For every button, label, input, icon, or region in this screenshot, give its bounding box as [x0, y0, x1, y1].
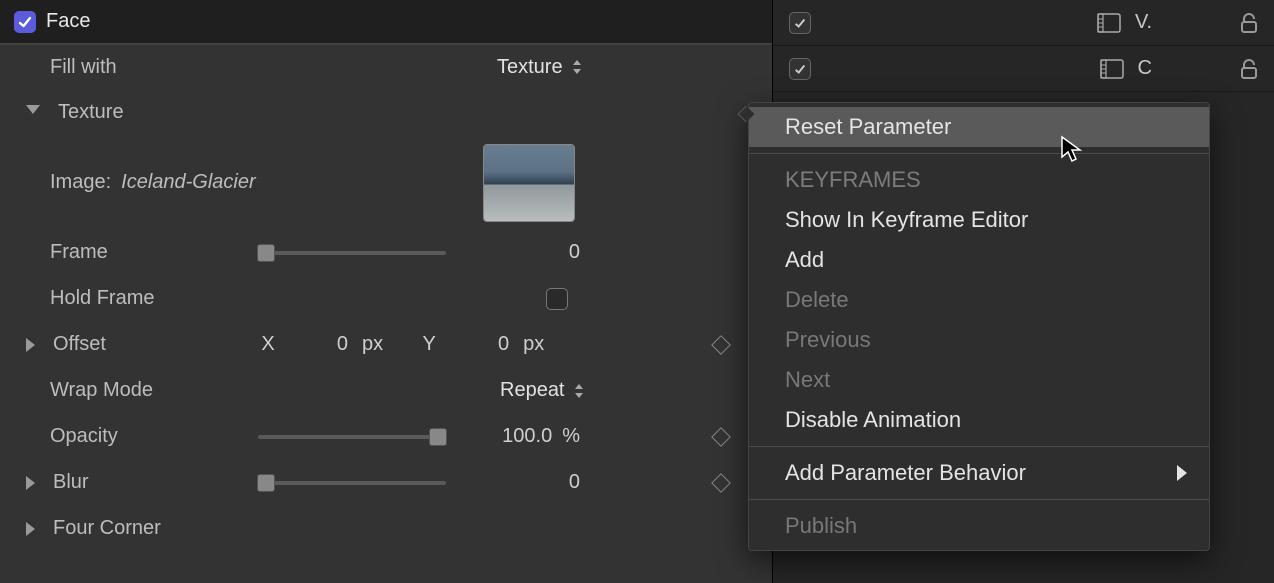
offset-y-label: Y	[419, 333, 439, 356]
menu-add-behavior-label: Add Parameter Behavior	[785, 460, 1026, 485]
offset-y-value[interactable]: 0	[449, 333, 509, 356]
keyframe-icon[interactable]	[711, 335, 731, 355]
menu-keyframes-header: KEYFRAMES	[749, 160, 1209, 200]
context-menu: Reset Parameter KEYFRAMES Show In Keyfra…	[748, 102, 1210, 551]
wrap-mode-dropdown[interactable]: Repeat	[500, 379, 585, 402]
frame-slider[interactable]	[258, 251, 446, 255]
frame-label: Frame	[50, 241, 245, 264]
wrap-mode-label: Wrap Mode	[50, 379, 245, 402]
offset-x-unit: px	[362, 333, 383, 356]
frame-row: Frame 0	[0, 230, 772, 276]
menu-separator	[749, 153, 1209, 154]
menu-show-in-keyframe-editor[interactable]: Show In Keyframe Editor	[749, 200, 1209, 240]
layer-row[interactable]: C	[773, 46, 1274, 92]
fill-with-value: Texture	[497, 56, 563, 79]
layer-checkbox[interactable]	[789, 58, 811, 80]
keyframe-icon[interactable]	[711, 427, 731, 447]
triangle-right-icon[interactable]	[26, 338, 35, 352]
layer-checkbox[interactable]	[789, 12, 811, 34]
layer-row[interactable]: V.	[773, 0, 1274, 46]
layer-abbrev: V.	[1135, 11, 1152, 34]
menu-add-keyframe[interactable]: Add	[749, 240, 1209, 280]
texture-thumbnail[interactable]	[483, 144, 575, 222]
opacity-slider[interactable]	[258, 435, 446, 439]
offset-x-label: X	[258, 333, 278, 356]
offset-x-value[interactable]: 0	[288, 333, 348, 356]
offset-y-unit: px	[523, 333, 544, 356]
triangle-right-icon[interactable]	[26, 522, 35, 536]
face-label: Face	[46, 10, 90, 33]
menu-delete-keyframe: Delete	[749, 280, 1209, 320]
layer-abbrev: C	[1138, 57, 1152, 80]
lock-icon[interactable]	[1240, 13, 1258, 33]
menu-add-parameter-behavior[interactable]: Add Parameter Behavior	[749, 453, 1209, 493]
texture-image-row: Image: Iceland-Glacier	[0, 136, 772, 230]
wrap-mode-value: Repeat	[500, 379, 565, 402]
film-icon	[1097, 13, 1121, 33]
lock-icon[interactable]	[1240, 59, 1258, 79]
hold-frame-row: Hold Frame	[0, 276, 772, 322]
offset-row: Offset X 0 px Y 0 px	[0, 322, 772, 368]
image-name: Iceland-Glacier	[121, 171, 256, 194]
keyframe-icon[interactable]	[711, 473, 731, 493]
opacity-value[interactable]: 100.0	[482, 425, 552, 448]
menu-previous-keyframe: Previous	[749, 320, 1209, 360]
four-corner-label: Four Corner	[53, 517, 221, 540]
menu-separator	[749, 499, 1209, 500]
blur-label: Blur	[53, 471, 221, 494]
fill-with-row: Fill with Texture	[0, 44, 772, 90]
submenu-arrow-icon	[1177, 465, 1187, 481]
fill-with-label: Fill with	[50, 56, 245, 79]
menu-separator	[749, 446, 1209, 447]
opacity-row: Opacity 100.0 %	[0, 414, 772, 460]
face-group-header[interactable]: Face	[0, 0, 772, 44]
menu-reset-parameter[interactable]: Reset Parameter	[749, 107, 1209, 147]
menu-disable-animation[interactable]: Disable Animation	[749, 400, 1209, 440]
four-corner-row: Four Corner	[0, 506, 772, 552]
menu-next-keyframe: Next	[749, 360, 1209, 400]
frame-value[interactable]: 0	[490, 241, 580, 264]
texture-label: Texture	[58, 101, 124, 124]
face-checkbox[interactable]	[14, 11, 36, 33]
hold-frame-checkbox[interactable]	[546, 288, 568, 310]
image-label: Image:	[50, 171, 111, 194]
film-icon	[1100, 59, 1124, 79]
triangle-right-icon[interactable]	[26, 476, 35, 490]
triangle-down-icon	[26, 105, 40, 121]
blur-value[interactable]: 0	[490, 471, 580, 494]
hold-frame-label: Hold Frame	[50, 287, 245, 310]
wrap-mode-row: Wrap Mode Repeat	[0, 368, 772, 414]
texture-group-header[interactable]: Texture	[0, 90, 772, 136]
opacity-label: Opacity	[50, 425, 245, 448]
stepper-arrows-icon	[571, 58, 583, 76]
inspector-panel: Face Fill with Texture Texture Image: Ic…	[0, 0, 772, 583]
blur-slider[interactable]	[258, 481, 446, 485]
stepper-arrows-icon	[573, 382, 585, 400]
opacity-unit: %	[562, 425, 580, 448]
menu-publish: Publish	[749, 506, 1209, 546]
fill-with-dropdown[interactable]: Texture	[497, 56, 583, 79]
blur-row: Blur 0	[0, 460, 772, 506]
offset-label: Offset	[53, 333, 221, 356]
